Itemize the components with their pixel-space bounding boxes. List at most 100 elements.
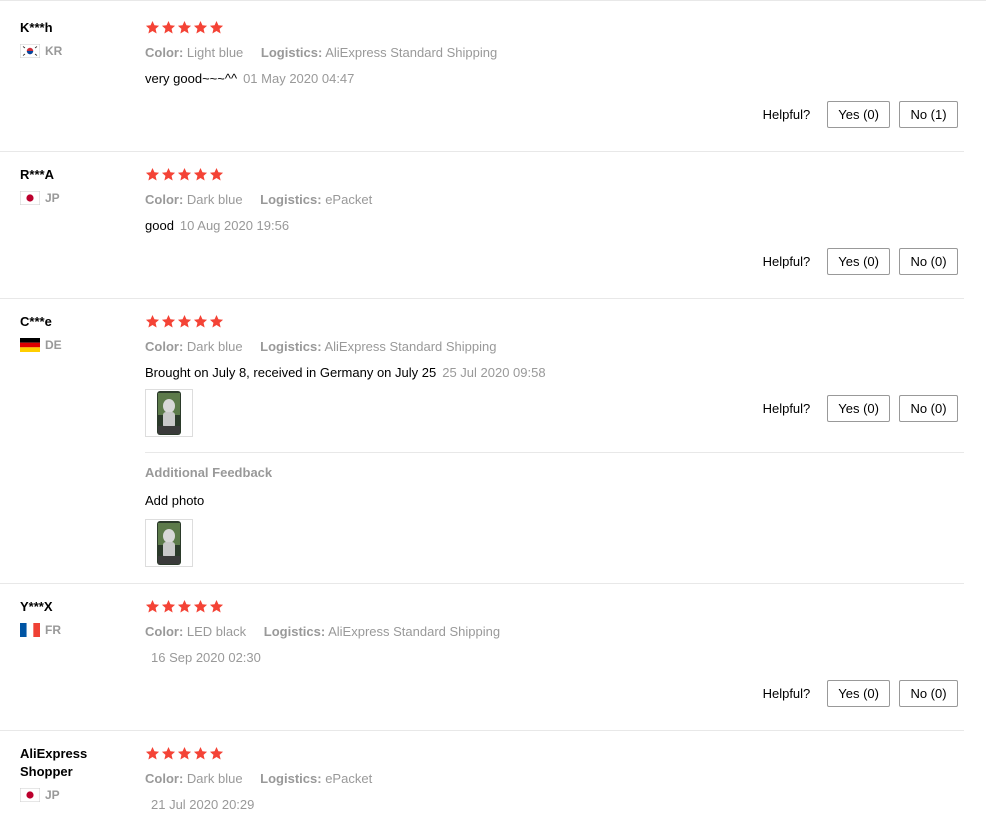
helpful-label: Helpful? (762, 401, 811, 416)
star-rating (145, 313, 965, 329)
review-item: K***h KR Color: Light blue Logistics: Al… (0, 5, 964, 152)
review-date: 10 Aug 2020 19:56 (179, 218, 290, 233)
review-body: Color: LED black Logistics: AliExpress S… (145, 598, 965, 666)
review-text: Brought on July 8, received in Germany o… (145, 365, 437, 380)
additional-feedback-title: Additional Feedback (145, 465, 273, 480)
star-icon (145, 167, 160, 180)
reviewer-country: DE (20, 337, 130, 353)
logistics-label: Logistics: (263, 624, 326, 639)
country-code: JP (45, 788, 60, 802)
additional-feedback-divider (145, 452, 964, 453)
star-icon (177, 599, 192, 612)
logistics-label: Logistics: (260, 339, 322, 354)
color-value: Dark blue (186, 192, 243, 207)
star-icon (161, 599, 176, 612)
review-meta: Color: Light blue Logistics: AliExpress … (145, 45, 965, 61)
star-rating (145, 598, 965, 614)
logistics-value: ePacket (325, 771, 373, 786)
helpful-votes: Helpful? Yes (0) No (0) (763, 248, 958, 275)
flag-de-icon (20, 338, 40, 352)
reviewer-info: R***A JP (20, 166, 130, 206)
star-icon (161, 20, 176, 33)
reviewer-info: Y***X FR (20, 598, 130, 638)
country-code: JP (45, 191, 60, 205)
review-text-line: 16 Sep 2020 02:30 (145, 650, 965, 666)
helpful-no-button[interactable]: No (1) (899, 101, 958, 128)
helpful-votes: Helpful? Yes (0) No (1) (763, 101, 958, 128)
review-text-line: Brought on July 8, received in Germany o… (145, 365, 965, 381)
helpful-yes-button[interactable]: Yes (0) (827, 680, 890, 707)
star-icon (145, 746, 160, 759)
flag-kr-icon (20, 44, 40, 58)
color-value: LED black (186, 624, 247, 639)
helpful-label: Helpful? (762, 686, 811, 701)
reviewer-info: AliExpress Shopper JP (20, 745, 130, 803)
star-icon (177, 167, 192, 180)
color-value: Dark blue (186, 771, 243, 786)
logistics-label: Logistics: (260, 192, 322, 207)
star-icon (209, 746, 224, 759)
logistics-label: Logistics: (260, 771, 322, 786)
helpful-label: Helpful? (762, 107, 811, 122)
logistics-label: Logistics: (260, 45, 323, 60)
helpful-yes-button[interactable]: Yes (0) (827, 248, 890, 275)
country-code: DE (45, 338, 62, 352)
reviewer-name: C***e (20, 314, 52, 329)
review-date: 16 Sep 2020 02:30 (151, 650, 261, 665)
review-photo-thumbnail[interactable] (145, 389, 193, 437)
star-icon (209, 314, 224, 327)
color-label: Color: (145, 339, 184, 354)
review-meta: Color: Dark blue Logistics: ePacket (145, 192, 965, 208)
reviewer-country: FR (20, 622, 130, 638)
helpful-yes-button[interactable]: Yes (0) (827, 101, 890, 128)
review-text: good (145, 218, 174, 233)
star-icon (209, 599, 224, 612)
helpful-no-button[interactable]: No (0) (899, 680, 958, 707)
star-icon (145, 314, 160, 327)
reviewer-name: Y***X (20, 599, 53, 614)
review-body: Color: Light blue Logistics: AliExpress … (145, 19, 965, 87)
star-icon (193, 167, 208, 180)
helpful-no-button[interactable]: No (0) (899, 248, 958, 275)
star-icon (209, 167, 224, 180)
reviewer-name-line: AliExpress (20, 746, 88, 761)
review-meta: Color: Dark blue Logistics: AliExpress S… (145, 339, 965, 355)
review-date: 21 Jul 2020 20:29 (151, 797, 255, 812)
review-body: Color: Dark blue Logistics: ePacket 21 J… (145, 745, 965, 813)
star-icon (209, 20, 224, 33)
reviewer-country: JP (20, 787, 130, 803)
review-text-line: very good~~~^^ 01 May 2020 04:47 (145, 71, 965, 87)
star-icon (145, 599, 160, 612)
photo-figure-icon (157, 391, 181, 435)
review-text: very good~~~^^ (145, 71, 238, 86)
color-label: Color: (145, 192, 184, 207)
star-icon (193, 599, 208, 612)
review-meta: Color: LED black Logistics: AliExpress S… (145, 624, 965, 640)
review-body: Color: Dark blue Logistics: ePacket good… (145, 166, 965, 234)
star-rating (145, 166, 965, 182)
logistics-value: AliExpress Standard Shipping (325, 45, 498, 60)
reviewer-name: K***h (20, 20, 53, 35)
helpful-yes-button[interactable]: Yes (0) (827, 395, 890, 422)
star-rating (145, 19, 965, 35)
helpful-votes: Helpful? Yes (0) No (0) (763, 395, 958, 422)
helpful-no-button[interactable]: No (0) (899, 395, 958, 422)
star-rating (145, 745, 965, 761)
review-meta: Color: Dark blue Logistics: ePacket (145, 771, 965, 787)
star-icon (161, 746, 176, 759)
reviewer-info: K***h KR (20, 19, 130, 59)
review-item: AliExpress Shopper JP Color: Dark blue L… (0, 731, 964, 814)
review-item: R***A JP Color: Dark blue Logistics: ePa… (0, 152, 964, 299)
logistics-value: AliExpress Standard Shipping (324, 339, 497, 354)
additional-photo-thumbnail[interactable] (145, 519, 193, 567)
helpful-label: Helpful? (762, 254, 811, 269)
star-icon (161, 314, 176, 327)
star-icon (177, 746, 192, 759)
reviewer-info: C***e DE (20, 313, 130, 353)
reviewer-name: R***A (20, 167, 54, 182)
star-icon (193, 746, 208, 759)
review-item: Y***X FR Color: LED black Logistics: Ali… (0, 584, 964, 731)
star-icon (145, 20, 160, 33)
flag-jp-icon (20, 191, 40, 205)
star-icon (161, 167, 176, 180)
